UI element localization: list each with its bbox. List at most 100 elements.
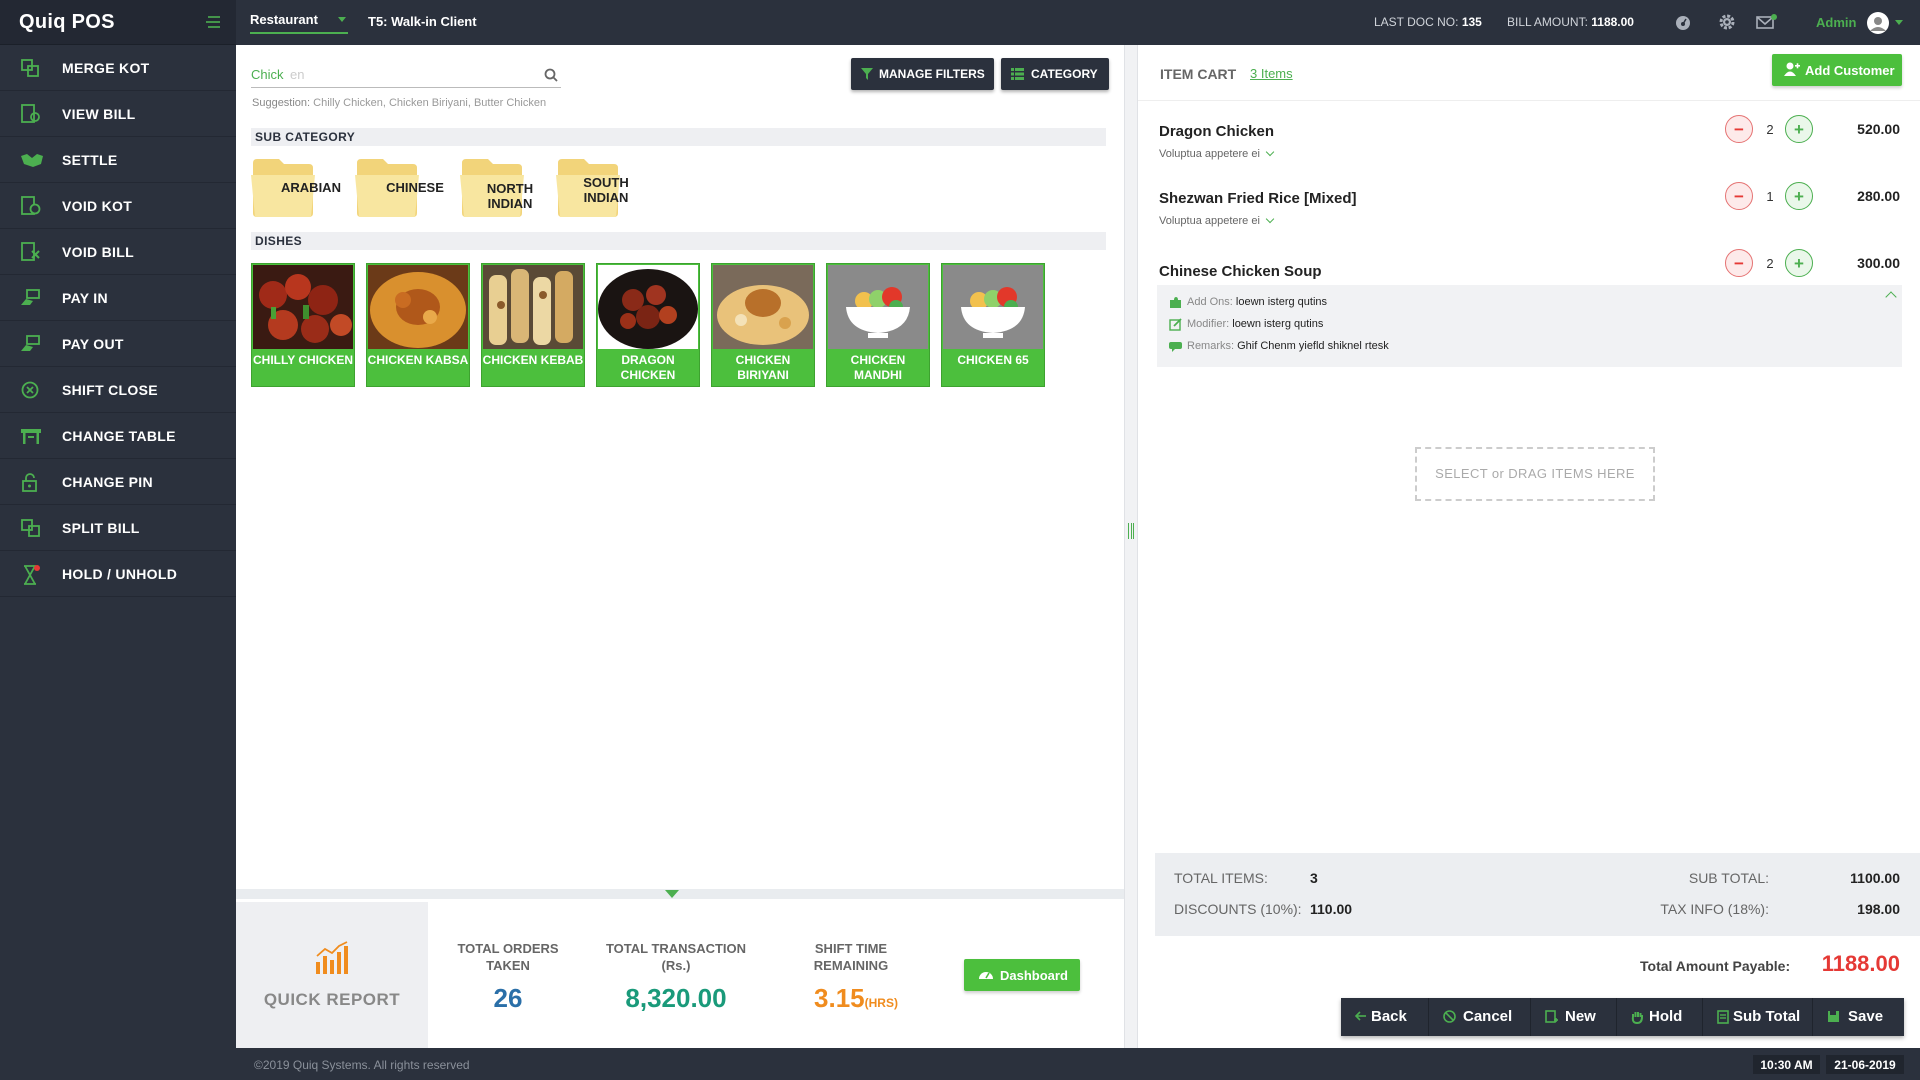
chevron-down-icon[interactable]: [338, 17, 346, 22]
dish-card-chicken-kebab[interactable]: CHICKEN KEBAB: [481, 263, 585, 387]
add-customer-button[interactable]: Add Customer: [1772, 54, 1902, 86]
manage-filters-label: MANAGE FILTERS: [879, 67, 985, 81]
shift-close-icon: [20, 380, 42, 400]
gear-icon[interactable]: [1718, 13, 1736, 31]
dish-card-chicken-biriyani[interactable]: CHICKEN BIRIYANI: [711, 263, 815, 387]
sidebar-item-change-pin[interactable]: CHANGE PIN: [0, 459, 236, 505]
item-drop-zone[interactable]: SELECT or DRAG ITEMS HERE: [1415, 447, 1655, 501]
hold-button[interactable]: Hold: [1617, 998, 1703, 1036]
last-doc-no: LAST DOC NO: 135: [1374, 15, 1482, 29]
increase-qty-button[interactable]: +: [1785, 249, 1813, 277]
folder-label: SOUTH INDIAN: [583, 175, 629, 205]
dish-card-chicken-mandhi[interactable]: CHICKEN MANDHI: [826, 263, 930, 387]
new-label: New: [1565, 1008, 1596, 1025]
total-orders-value: 26: [493, 983, 523, 1013]
sidebar-item-hold-unhold[interactable]: HOLD / UNHOLD: [0, 551, 236, 597]
dishes-header: DISHES: [251, 232, 1106, 250]
caret-down-icon[interactable]: [665, 890, 679, 898]
user-name[interactable]: Admin: [1816, 15, 1856, 30]
folder-north-indian[interactable]: NORTH INDIAN: [460, 157, 560, 219]
sidebar-item-merge-kot[interactable]: MERGE KOT: [0, 45, 236, 91]
increase-qty-button[interactable]: +: [1785, 115, 1813, 143]
totals-summary: TOTAL ITEMS: 3 DISCOUNTS (10%): 110.00 S…: [1155, 853, 1920, 936]
dish-name: DRAGON CHICKEN: [620, 353, 676, 382]
total-transaction-label: TOTAL TRANSACTION (Rs.): [605, 941, 747, 973]
outlet-select[interactable]: Restaurant: [250, 12, 348, 34]
cancel-button[interactable]: Cancel: [1429, 998, 1531, 1036]
new-document-icon: [1545, 1010, 1558, 1023]
suggestion-text[interactable]: Chilly Chicken, Chicken Biriyani, Butter…: [313, 97, 546, 109]
cart-title: ITEM CART: [1160, 66, 1237, 82]
folder-arabian[interactable]: ARABIAN: [251, 157, 351, 219]
save-icon: [1827, 1010, 1840, 1023]
sidebar-item-void-bill[interactable]: VOID BILL: [0, 229, 236, 275]
discounts-value: 110.00: [1310, 901, 1353, 917]
total-transaction-value: 8,320.00: [625, 983, 727, 1013]
sidebar-item-pay-in[interactable]: PAY IN: [0, 275, 236, 321]
save-button[interactable]: Save: [1813, 998, 1904, 1036]
sidebar-item-shift-close[interactable]: SHIFT CLOSE: [0, 367, 236, 413]
dish-card-chilly-chicken[interactable]: CHILLY CHICKEN: [251, 263, 355, 387]
search-suggestion: Suggestion: Chilly Chicken, Chicken Biri…: [252, 97, 546, 109]
time-text: 10:30 AM: [1760, 1058, 1813, 1072]
drop-zone-text: SELECT or DRAG ITEMS HERE: [1435, 466, 1635, 481]
sidebar-item-settle[interactable]: SETTLE: [0, 137, 236, 183]
sub-total-button[interactable]: Sub Total: [1703, 998, 1813, 1036]
quick-report-toggle-bar[interactable]: [236, 889, 1124, 899]
decrease-qty-button[interactable]: −: [1725, 249, 1753, 277]
hamburger-menu-icon[interactable]: [204, 14, 222, 30]
sidebar-item-label: CHANGE TABLE: [62, 428, 176, 444]
sidebar: MERGE KOT VIEW BILL SETTLE VOID KOT VOID…: [0, 45, 236, 1080]
cart-item-name[interactable]: Dragon Chicken: [1159, 123, 1274, 140]
cart-item-variant[interactable]: Voluptua appetere ei: [1159, 214, 1275, 227]
user-menu-chevron-icon[interactable]: [1895, 20, 1903, 25]
dish-card-chicken-kabsa[interactable]: CHICKEN KABSA: [366, 263, 470, 387]
avatar-icon[interactable]: [1866, 11, 1890, 35]
ban-icon: [1443, 1010, 1456, 1023]
increase-qty-button[interactable]: +: [1785, 182, 1813, 210]
folder-chinese[interactable]: CHINESE: [355, 157, 455, 219]
dashboard-gauge-icon: [978, 967, 994, 981]
dish-image: [598, 265, 698, 349]
addons-label: Add Ons:: [1187, 296, 1233, 308]
new-button[interactable]: New: [1531, 998, 1617, 1036]
bill-amount-value: 1188.00: [1591, 15, 1634, 29]
panel-resize-splitter[interactable]: [1124, 45, 1138, 1048]
cart-item-variant[interactable]: Voluptua appetere ei: [1159, 147, 1275, 160]
sidebar-item-label: SPLIT BILL: [62, 520, 140, 536]
search-icon[interactable]: [544, 68, 558, 82]
dish-name: CHILLY CHICKEN: [252, 353, 353, 367]
search-typed-text[interactable]: Chick: [251, 67, 284, 82]
shift-time-label: SHIFT TIME REMAINING: [813, 941, 889, 973]
dish-card-dragon-chicken[interactable]: DRAGON CHICKEN: [596, 263, 700, 387]
cart-item-count[interactable]: 3 Items: [1250, 66, 1293, 81]
sidebar-item-pay-out[interactable]: PAY OUT: [0, 321, 236, 367]
sidebar-item-change-table[interactable]: CHANGE TABLE: [0, 413, 236, 459]
shift-time-value: 3.15(HRS): [791, 983, 921, 1014]
chevron-up-icon[interactable]: [1885, 291, 1897, 303]
mail-notification-icon[interactable]: [1756, 13, 1778, 31]
decrease-qty-button[interactable]: −: [1725, 182, 1753, 210]
dashboard-gauge-icon[interactable]: [1674, 13, 1692, 31]
bill-amount-label: BILL AMOUNT:: [1507, 15, 1588, 29]
sub-category-header: SUB CATEGORY: [251, 128, 1106, 146]
back-button[interactable]: Back: [1341, 998, 1429, 1036]
sidebar-item-view-bill[interactable]: VIEW BILL: [0, 91, 236, 137]
dashboard-button[interactable]: Dashboard: [964, 959, 1080, 991]
cart-item-name[interactable]: Shezwan Fried Rice [Mixed]: [1159, 190, 1357, 207]
folder-south-indian[interactable]: SOUTH INDIAN: [556, 157, 656, 219]
cart-item-details: Add Ons: loewn isterg qutins Modifier: l…: [1157, 285, 1902, 367]
sidebar-item-void-kot[interactable]: VOID KOT: [0, 183, 236, 229]
sidebar-item-split-bill[interactable]: SPLIT BILL: [0, 505, 236, 551]
dish-name: CHICKEN KABSA: [367, 353, 469, 367]
search-input[interactable]: Chick en: [251, 62, 561, 88]
grip-handle-icon[interactable]: [1128, 523, 1134, 539]
dish-card-chicken-65[interactable]: CHICKEN 65: [941, 263, 1045, 387]
decrease-qty-button[interactable]: −: [1725, 115, 1753, 143]
dish-name: CHICKEN KEBAB: [482, 353, 584, 367]
cart-header: ITEM CART 3 Items Add Customer: [1138, 45, 1920, 101]
category-button[interactable]: CATEGORY: [1001, 58, 1109, 90]
cart-item-name[interactable]: Chinese Chicken Soup: [1159, 263, 1322, 280]
copyright: ©2019 Quiq Systems. All rights reserved: [254, 1058, 470, 1072]
manage-filters-button[interactable]: MANAGE FILTERS: [851, 58, 994, 90]
